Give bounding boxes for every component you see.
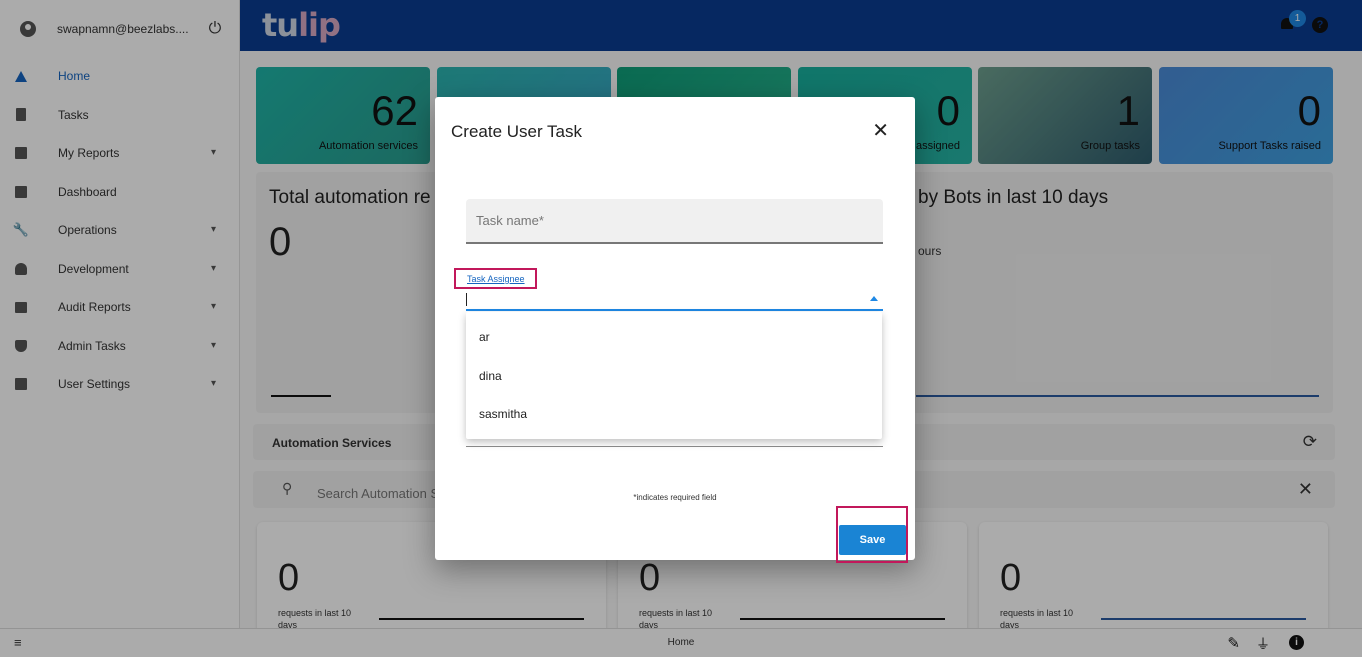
assignee-dropdown: ar dina sasmitha [466,312,882,439]
close-icon[interactable]: ✕ [872,121,889,141]
create-user-task-dialog: Create User Task ✕ Task Assignee ar dina… [435,97,915,563]
save-button[interactable]: Save [839,525,906,555]
dialog-title: Create User Task [451,122,583,141]
task-name-field [466,199,883,244]
dropdown-option[interactable]: sasmitha [466,395,882,434]
dropdown-option[interactable]: ar [466,318,882,357]
task-assignee-label: Task Assignee [454,268,537,289]
task-assignee-select[interactable] [466,291,883,311]
required-field-note: *indicates required field [633,493,717,502]
field-underline [466,446,883,447]
dropdown-option[interactable]: dina [466,357,882,396]
chevron-up-icon[interactable] [870,296,878,301]
task-name-input[interactable] [466,199,883,242]
text-caret [466,293,467,306]
